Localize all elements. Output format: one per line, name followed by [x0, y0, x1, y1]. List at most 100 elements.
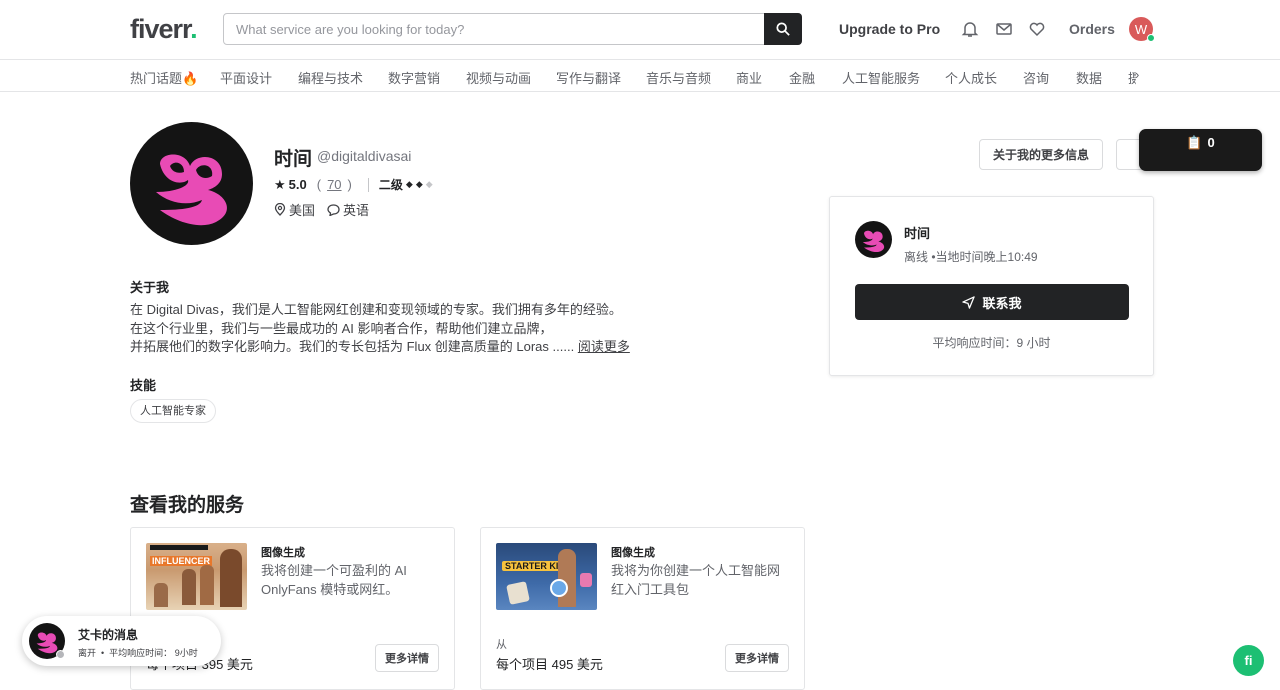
thumb-badge — [550, 579, 568, 597]
category-programming[interactable]: 编程与技术 — [298, 68, 363, 87]
fiverr-logo[interactable]: fiverr. — [130, 14, 198, 45]
gig-thumbnail[interactable]: STARTER KIT — [496, 543, 597, 610]
search-button[interactable] — [764, 13, 802, 45]
chat-status-text: 离开 — [78, 648, 97, 658]
divider — [367, 177, 369, 192]
read-more-link[interactable]: 阅读更多 — [578, 339, 630, 354]
category-personal-growth[interactable]: 个人成长 — [945, 68, 997, 87]
search-input[interactable] — [224, 14, 764, 44]
envelope-icon[interactable] — [995, 20, 1013, 38]
bell-icon[interactable] — [961, 20, 979, 38]
heart-icon[interactable] — [1028, 20, 1046, 38]
thumb-item — [506, 581, 530, 605]
about-line: 并拓展他们的数字化影响力。我们的专长包括为 Flux 创建高质量的 Loras … — [130, 339, 575, 354]
chat-widget[interactable]: 艾卡的消息 离开 • 平均响应时间： 9小时 — [22, 616, 221, 666]
profile-name: 时间 — [274, 149, 313, 170]
category-consulting[interactable]: 咨询 — [1023, 68, 1049, 87]
gig-details-button[interactable]: 更多详情 — [725, 644, 789, 672]
logo-text: fiverr — [130, 14, 191, 44]
profile-language: 英语 — [343, 203, 370, 218]
thumb-figure — [558, 549, 576, 607]
location-pin-icon — [274, 203, 286, 216]
profile-country: 美国 — [289, 203, 316, 218]
about-line: 在 Digital Divas，我们是人工智能网红创建和变现领域的专家。我们拥有… — [130, 302, 622, 317]
gig-category: 图像生成 — [611, 547, 655, 559]
floating-counter-badge[interactable]: 📋 0 — [1139, 129, 1262, 171]
category-data[interactable]: 数据 — [1076, 68, 1102, 87]
top-header: fiverr. Upgrade to Pro Orders W — [0, 0, 1280, 60]
speech-bubble-icon — [327, 203, 340, 216]
about-text: 在 Digital Divas，我们是人工智能网红创建和变现领域的专家。我们拥有… — [130, 301, 650, 357]
orders-link[interactable]: Orders — [1069, 21, 1115, 37]
review-count-value: 70 — [327, 177, 342, 192]
category-nav: 热门话题🔥 平面设计 编程与技术 数字营销 视频与动画 写作与翻译 音乐与音频 … — [0, 61, 1280, 92]
gig-thumbnail[interactable]: INFLUENCER — [146, 543, 247, 610]
gig-category: 图像生成 — [261, 547, 305, 559]
profile-handle: @digitaldivasai — [317, 148, 412, 164]
gig-details-button[interactable]: 更多详情 — [375, 644, 439, 672]
category-digital-marketing[interactable]: 数字营销 — [388, 68, 440, 87]
fiverr-help-button[interactable]: fi — [1233, 645, 1264, 676]
chat-status: 离开 • 平均响应时间： 9小时 — [78, 648, 198, 658]
about-heading: 关于我 — [130, 280, 170, 295]
profile-avatar — [130, 122, 253, 245]
category-writing[interactable]: 写作与翻译 — [556, 68, 621, 87]
more-about-me-button[interactable]: 关于我的更多信息 — [979, 139, 1103, 170]
category-business[interactable]: 商业 — [736, 68, 762, 87]
star-icon: ★ — [274, 176, 286, 192]
contact-name: 时间 — [904, 226, 931, 241]
contact-avatar — [855, 221, 892, 258]
send-icon — [962, 295, 976, 309]
level-diamond-empty-icon: ◆ — [425, 179, 433, 189]
rating-score: 5.0 — [288, 177, 307, 192]
category-graphic-design[interactable]: 平面设计 — [220, 68, 272, 87]
gig-price: 每个项目 495 美元 — [496, 657, 603, 672]
contact-card: 时间 离线 •当地时间晚上10:49 联系我 平均响应时间：9 小时 — [829, 196, 1154, 376]
online-indicator — [1147, 34, 1155, 42]
clipboard-icon: 📋 — [1186, 135, 1203, 150]
thumb-figure — [182, 569, 196, 605]
profile-meta: 美国 英语 — [274, 200, 381, 219]
gig-title[interactable]: 我将为你创建一个人工智能网红入门工具包 — [611, 562, 791, 599]
thumb-figure — [154, 583, 168, 607]
logo-dot: . — [190, 14, 197, 44]
chat-response-value: 9小时 — [174, 648, 198, 658]
about-line: 在这个行业里，我们与一些最成功的 AI 影响者合作，帮助他们建立品牌， — [130, 320, 553, 336]
user-avatar[interactable]: W — [1129, 17, 1155, 42]
search-icon — [776, 22, 790, 36]
search-bar — [223, 13, 802, 45]
profile-rating: ★ 5.0 (70) 二级 ◆ ◆ ◆ — [274, 176, 433, 193]
category-ai-services[interactable]: 人工智能服务 — [842, 68, 920, 87]
away-status-dot — [56, 650, 65, 659]
seller-level: 二级 — [378, 178, 403, 192]
brand-logo-icon — [862, 230, 885, 253]
chat-title: 艾卡的消息 — [78, 628, 139, 642]
badge-count: 0 — [1207, 135, 1215, 150]
avatar-letter: W — [1134, 21, 1148, 37]
contact-button-label: 联系我 — [982, 295, 1022, 311]
category-trending[interactable]: 热门话题🔥 — [130, 68, 198, 87]
gigs-heading: 查看我的服务 — [130, 495, 245, 516]
skill-tag[interactable]: 人工智能专家 — [130, 399, 216, 423]
upgrade-to-pro-link[interactable]: Upgrade to Pro — [839, 21, 940, 37]
thumb-banner — [150, 545, 208, 550]
level-diamond-icon: ◆ — [405, 179, 413, 189]
chat-response-label: 平均响应时间： — [109, 648, 173, 658]
gig-title[interactable]: 我将创建一个可盈利的 AI OnlyFans 模特或网红。 — [261, 562, 441, 599]
thumb-item — [580, 573, 592, 587]
thumb-figure — [200, 565, 214, 605]
gig-card[interactable]: STARTER KIT 图像生成 我将为你创建一个人工智能网红入门工具包 从 每… — [480, 527, 805, 690]
brand-logo-icon — [156, 154, 228, 226]
contact-status: 离线 •当地时间晚上10:49 — [904, 250, 1038, 264]
avg-response-time: 平均响应时间：9 小时 — [932, 336, 1051, 350]
chevron-right-icon[interactable]: › — [1135, 67, 1139, 82]
category-video-animation[interactable]: 视频与动画 — [466, 68, 531, 87]
thumb-figure — [220, 549, 242, 607]
category-music[interactable]: 音乐与音频 — [646, 68, 711, 87]
skills-heading: 技能 — [130, 378, 157, 393]
review-count[interactable]: (70) — [317, 177, 352, 192]
gig-price-from: 从 — [496, 639, 507, 651]
level-diamond-icon: ◆ — [415, 179, 423, 189]
contact-me-button[interactable]: 联系我 — [855, 284, 1129, 320]
category-finance[interactable]: 金融 — [789, 68, 815, 87]
